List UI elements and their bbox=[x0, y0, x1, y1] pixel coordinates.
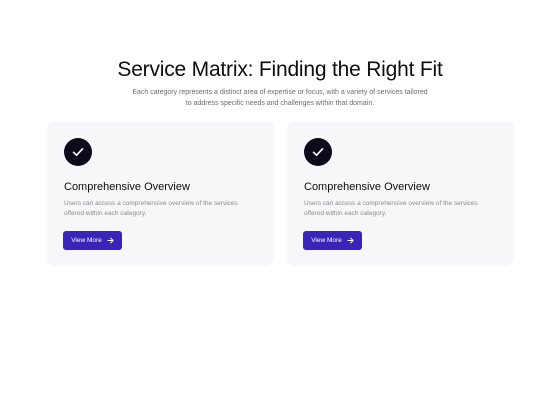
page-title: Service Matrix: Finding the Right Fit bbox=[117, 58, 443, 81]
page-subtitle: Each category represents a distinct area… bbox=[132, 89, 428, 107]
view-more-label: View More bbox=[71, 237, 102, 244]
card-description: Users can access a comprehensive overvie… bbox=[64, 200, 238, 217]
service-card: Comprehensive Overview Users can access … bbox=[47, 121, 274, 266]
page: Service Matrix: Finding the Right Fit Ea… bbox=[0, 0, 560, 400]
view-more-label: View More bbox=[311, 237, 342, 244]
view-more-button[interactable]: View More bbox=[303, 231, 362, 250]
check-icon bbox=[304, 138, 332, 166]
card-title: Comprehensive Overview bbox=[64, 181, 190, 193]
card-description: Users can access a comprehensive overvie… bbox=[304, 200, 478, 217]
check-icon bbox=[64, 138, 92, 166]
arrow-right-icon bbox=[107, 237, 114, 244]
view-more-button[interactable]: View More bbox=[63, 231, 122, 250]
service-card: Comprehensive Overview Users can access … bbox=[287, 121, 514, 266]
card-title: Comprehensive Overview bbox=[304, 181, 430, 193]
arrow-right-icon bbox=[347, 237, 354, 244]
